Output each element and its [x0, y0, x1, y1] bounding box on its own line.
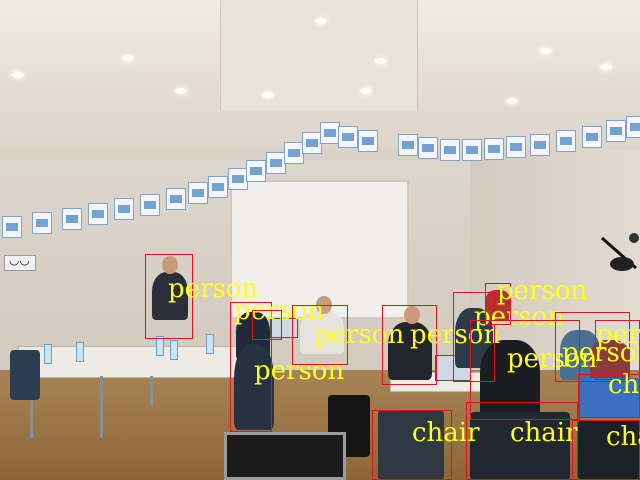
- banner-flag: [62, 208, 82, 230]
- banner-flag: [88, 203, 108, 225]
- detection-label-chair: chair: [510, 418, 578, 448]
- banner-flag: [462, 139, 482, 161]
- banner-flag: [530, 134, 550, 156]
- ceiling-light: [375, 58, 387, 64]
- banner-flag: [484, 138, 504, 160]
- banner-flag: [338, 126, 358, 148]
- ceiling-light: [175, 88, 187, 94]
- equipment-crate: [224, 432, 346, 480]
- drone-icon: [601, 233, 639, 271]
- table-left: [18, 346, 250, 378]
- table-leg: [150, 376, 153, 406]
- banner-flag: [140, 194, 160, 216]
- banner-flag: [302, 132, 322, 154]
- water-bottle: [44, 344, 52, 364]
- chair-silhouette: [10, 350, 40, 400]
- detection-label-chair: chair: [606, 422, 640, 452]
- banner-flag: [440, 139, 460, 161]
- table-leg: [100, 376, 103, 438]
- banner-flag: [398, 134, 418, 156]
- banner-flag: [188, 182, 208, 204]
- ceiling-light: [262, 92, 274, 98]
- banner-flag: [114, 198, 134, 220]
- ceiling-panel: [220, 0, 418, 110]
- banner-flag: [626, 116, 640, 138]
- banner-flag: [284, 142, 304, 164]
- banner-flag: [266, 152, 286, 174]
- banner-flag: [32, 212, 52, 234]
- ceiling-light: [540, 48, 552, 54]
- banner-flag: [320, 122, 340, 144]
- glasses-sign: [4, 253, 36, 271]
- detection-label-person: person: [497, 276, 588, 306]
- ceiling-light: [12, 72, 24, 78]
- water-bottle: [76, 342, 84, 362]
- banner-flag: [228, 168, 248, 190]
- banner-flag: [418, 137, 438, 159]
- photo-scene: personpersonpersonpersonpersonpersonpers…: [0, 0, 640, 480]
- ceiling-light: [315, 18, 327, 24]
- banner-flag: [606, 120, 626, 142]
- banner-flag: [556, 130, 576, 152]
- banner-flag: [582, 126, 602, 148]
- ceiling-light: [506, 98, 518, 104]
- banner-flag: [208, 176, 228, 198]
- water-bottle: [156, 336, 164, 356]
- detection-box-person: [252, 310, 282, 340]
- banner-flag: [166, 188, 186, 210]
- banner-flag: [506, 136, 526, 158]
- detection-label-chair: chair: [608, 370, 640, 400]
- detection-label-person: person: [596, 320, 640, 350]
- ceiling-light: [122, 55, 134, 61]
- water-bottle: [170, 340, 178, 360]
- ceiling-light: [360, 88, 372, 94]
- ceiling-light: [600, 64, 612, 70]
- banner-flag: [358, 130, 378, 152]
- banner-flag: [2, 216, 22, 238]
- banner-flag: [246, 160, 266, 182]
- water-bottle: [206, 334, 214, 354]
